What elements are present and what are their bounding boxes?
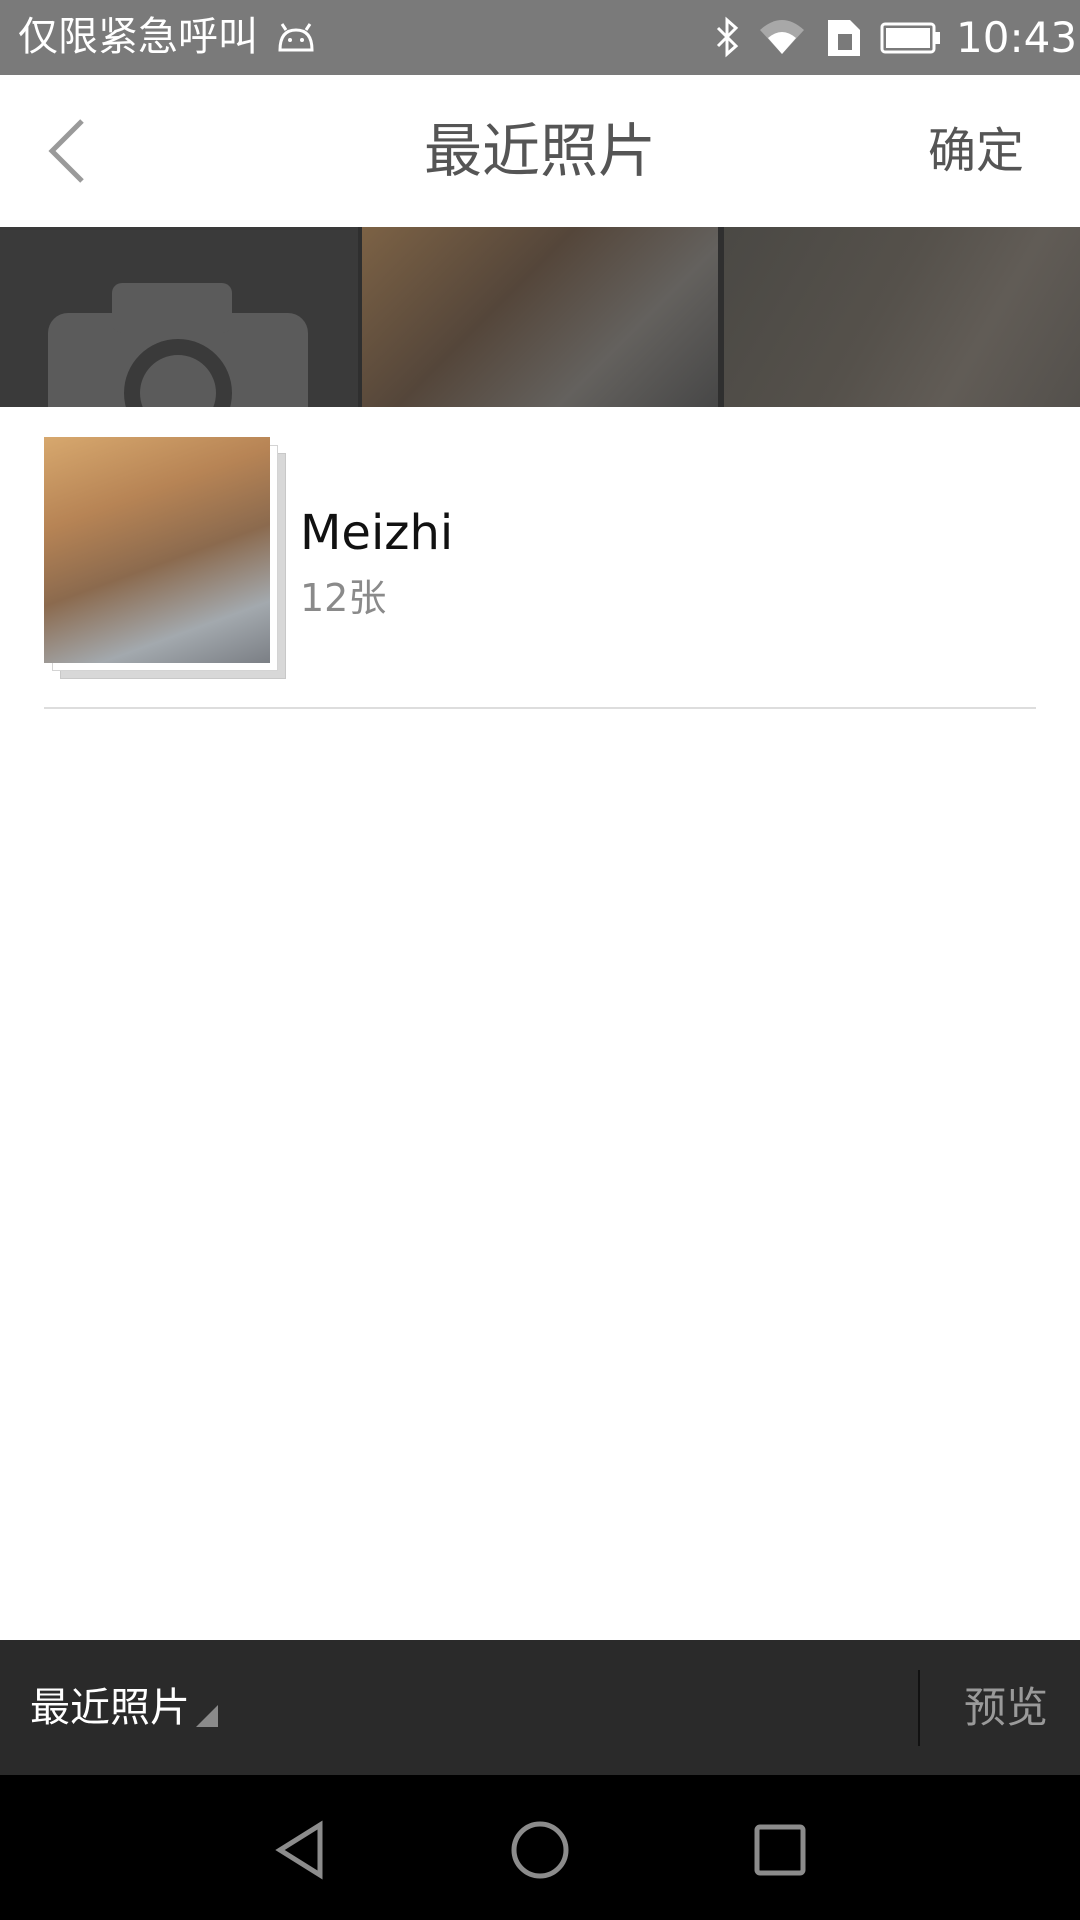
album-selector[interactable]: 最近照片	[30, 1678, 218, 1738]
preview-button[interactable]: 预览	[964, 1678, 1048, 1738]
album-selector-label: 最近照片	[30, 1685, 190, 1731]
clock: 10:43	[956, 13, 1078, 62]
page-title: 最近照片	[423, 117, 656, 185]
android-icon	[278, 23, 314, 52]
camera-icon	[48, 283, 308, 407]
album-name: Meizhi	[300, 505, 454, 561]
camera-tile[interactable]	[0, 227, 358, 407]
album-count: 12张	[300, 576, 387, 620]
bottom-toolbar: 最近照片 预览	[0, 1640, 1080, 1775]
recent-square-icon[interactable]	[745, 1815, 815, 1885]
toolbar-separator	[918, 1670, 920, 1746]
status-bar: 仅限紧急呼叫 10:43	[0, 0, 1080, 75]
album-thumbnail	[44, 437, 270, 663]
navigation-bar	[0, 1775, 1080, 1920]
carrier-text: 仅限紧急呼叫	[18, 14, 258, 60]
bluetooth-icon	[716, 16, 739, 58]
recent-photo[interactable]	[362, 227, 718, 407]
battery-icon	[880, 22, 940, 54]
album-list-item[interactable]: Meizhi 12张	[0, 407, 1080, 709]
home-circle-icon[interactable]	[505, 1815, 575, 1885]
back-triangle-icon[interactable]	[268, 1815, 338, 1885]
recent-photo[interactable]	[724, 227, 1080, 407]
header: 最近照片 确定	[0, 75, 1080, 227]
divider	[44, 707, 1036, 709]
album-thumbnail-stack	[44, 437, 286, 679]
confirm-button[interactable]: 确定	[928, 119, 1024, 183]
dropdown-triangle-icon	[196, 1705, 218, 1727]
sim-icon	[828, 20, 860, 56]
wifi-icon	[760, 20, 804, 54]
photo-strip	[0, 227, 1080, 407]
